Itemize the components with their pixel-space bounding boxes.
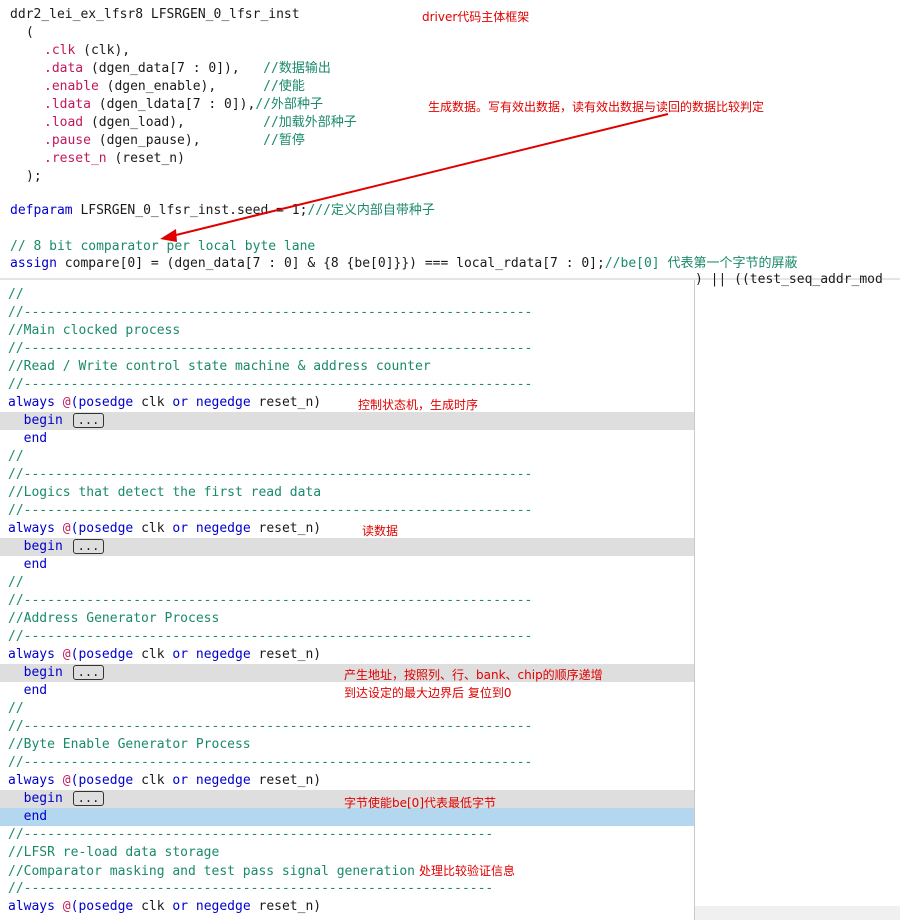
posedge-keyword: (posedge <box>70 773 134 788</box>
dash-separator: //--------------------------------------… <box>8 377 533 392</box>
always-line: always @(posedge clk or negedge reset_n) <box>8 772 321 790</box>
at-symbol: @ <box>54 395 71 410</box>
partial-code-line: ) || ((test_seq_addr_mod <box>695 272 883 287</box>
always-line: always @(posedge clk or negedge reset_n) <box>8 520 321 538</box>
annotation-state-machine: 控制状态机，生成时序 <box>358 398 479 412</box>
fold-button[interactable]: ... <box>72 665 105 680</box>
dash-separator: //--------------------------------------… <box>8 503 533 518</box>
comment-lfsr-reload: //LFSR re-load data storage <box>8 845 220 860</box>
dash-separator: //--------------------------------------… <box>8 305 533 320</box>
annotation-addr-gen-1: 产生地址，按照列、行、bank、chip的顺序递增 <box>344 668 603 682</box>
annotation-addr-gen-2: 到达设定的最大边界后 复位到0 <box>344 686 512 700</box>
reset-signal: reset_n) <box>250 647 322 662</box>
end-keyword: end <box>8 809 48 824</box>
reset-signal: reset_n) <box>250 899 322 914</box>
right-code-pane: ) || ((test_seq_addr_mod <box>695 272 900 920</box>
begin-text: begin <box>8 539 63 554</box>
always-keyword: always <box>8 521 55 536</box>
comment-byte-enable: //Byte Enable Generator Process <box>8 737 251 752</box>
begin-text: begin <box>8 413 63 428</box>
begin-text: begin <box>8 665 63 680</box>
posedge-keyword: (posedge <box>70 521 134 536</box>
reset-signal: reset_n) <box>250 521 322 536</box>
always-line: always @(posedge clk or negedge reset_n) <box>8 394 321 412</box>
comment-rw-control: //Read / Write control state machine & a… <box>8 359 431 374</box>
comment-line: // <box>8 701 24 716</box>
negedge-keyword: negedge <box>188 521 251 536</box>
begin-text: begin <box>8 791 63 806</box>
comment-line: // <box>8 449 24 464</box>
arrow-head <box>160 229 177 242</box>
comment-line: // <box>8 575 24 590</box>
annotation-compare-verify: 处理比较验证信息 <box>419 864 516 878</box>
dash-separator: //--------------------------------------… <box>8 467 533 482</box>
reset-signal: reset_n) <box>250 395 322 410</box>
negedge-keyword: negedge <box>188 395 251 410</box>
posedge-keyword: (posedge <box>70 899 134 914</box>
dash-separator: //--------------------------------------… <box>8 341 533 356</box>
clk-signal: clk <box>133 899 173 914</box>
at-symbol: @ <box>54 521 71 536</box>
or-keyword: or <box>172 395 189 410</box>
arrow-line <box>171 113 669 237</box>
comment-logic-detect: //Logics that detect the first read data <box>8 485 322 500</box>
horizontal-scrollbar[interactable] <box>695 906 900 920</box>
or-keyword: or <box>172 521 189 536</box>
dash-separator: //--------------------------------------… <box>8 827 494 842</box>
bottom-code-pane: // //-----------------------------------… <box>0 280 695 920</box>
fold-button[interactable]: ... <box>72 413 105 428</box>
clk-signal: clk <box>133 773 173 788</box>
dash-separator: //--------------------------------------… <box>8 629 533 644</box>
at-symbol: @ <box>54 773 71 788</box>
comment-addr-gen: //Address Generator Process <box>8 611 220 626</box>
always-line: always @(posedge clk or negedge reset_n) <box>8 898 321 916</box>
or-keyword: or <box>172 773 189 788</box>
always-keyword: always <box>8 773 55 788</box>
comment-main-clocked: //Main clocked process <box>8 323 181 338</box>
always-line: always @(posedge clk or negedge reset_n) <box>8 646 321 664</box>
comment-line: // <box>8 287 24 302</box>
fold-button[interactable]: ... <box>72 539 105 554</box>
dash-separator: //--------------------------------------… <box>8 719 533 734</box>
posedge-keyword: (posedge <box>70 395 134 410</box>
dash-separator: //--------------------------------------… <box>8 755 533 770</box>
clk-signal: clk <box>133 521 173 536</box>
annotation-arrow <box>160 113 669 242</box>
negedge-keyword: negedge <box>188 899 251 914</box>
begin-keyword: begin ... <box>8 664 105 682</box>
always-keyword: always <box>8 899 55 914</box>
clk-signal: clk <box>133 647 173 662</box>
always-keyword: always <box>8 395 55 410</box>
annotation-byte-enable: 字节使能be[0]代表最低字节 <box>344 796 496 810</box>
dash-separator: //--------------------------------------… <box>8 881 494 896</box>
comment-comparator-mask: //Comparator masking and test pass signa… <box>8 864 415 879</box>
reset-signal: reset_n) <box>250 773 322 788</box>
dash-separator: //--------------------------------------… <box>8 593 533 608</box>
at-symbol: @ <box>54 647 71 662</box>
begin-keyword: begin ... <box>8 412 105 430</box>
or-keyword: or <box>172 647 189 662</box>
negedge-keyword: negedge <box>188 647 251 662</box>
comparator-comment-line: //Comparator masking and test pass signa… <box>8 862 515 881</box>
posedge-keyword: (posedge <box>70 647 134 662</box>
always-keyword: always <box>8 647 55 662</box>
clk-signal: clk <box>133 395 173 410</box>
negedge-keyword: negedge <box>188 773 251 788</box>
at-symbol: @ <box>54 899 71 914</box>
begin-keyword: begin ... <box>8 538 105 556</box>
end-keyword: end <box>8 431 48 446</box>
end-keyword: end <box>8 683 48 698</box>
fold-button[interactable]: ... <box>72 791 105 806</box>
or-keyword: or <box>172 899 189 914</box>
begin-keyword: begin ... <box>8 790 105 808</box>
end-keyword: end <box>8 557 48 572</box>
annotation-read-data: 读数据 <box>362 524 399 538</box>
